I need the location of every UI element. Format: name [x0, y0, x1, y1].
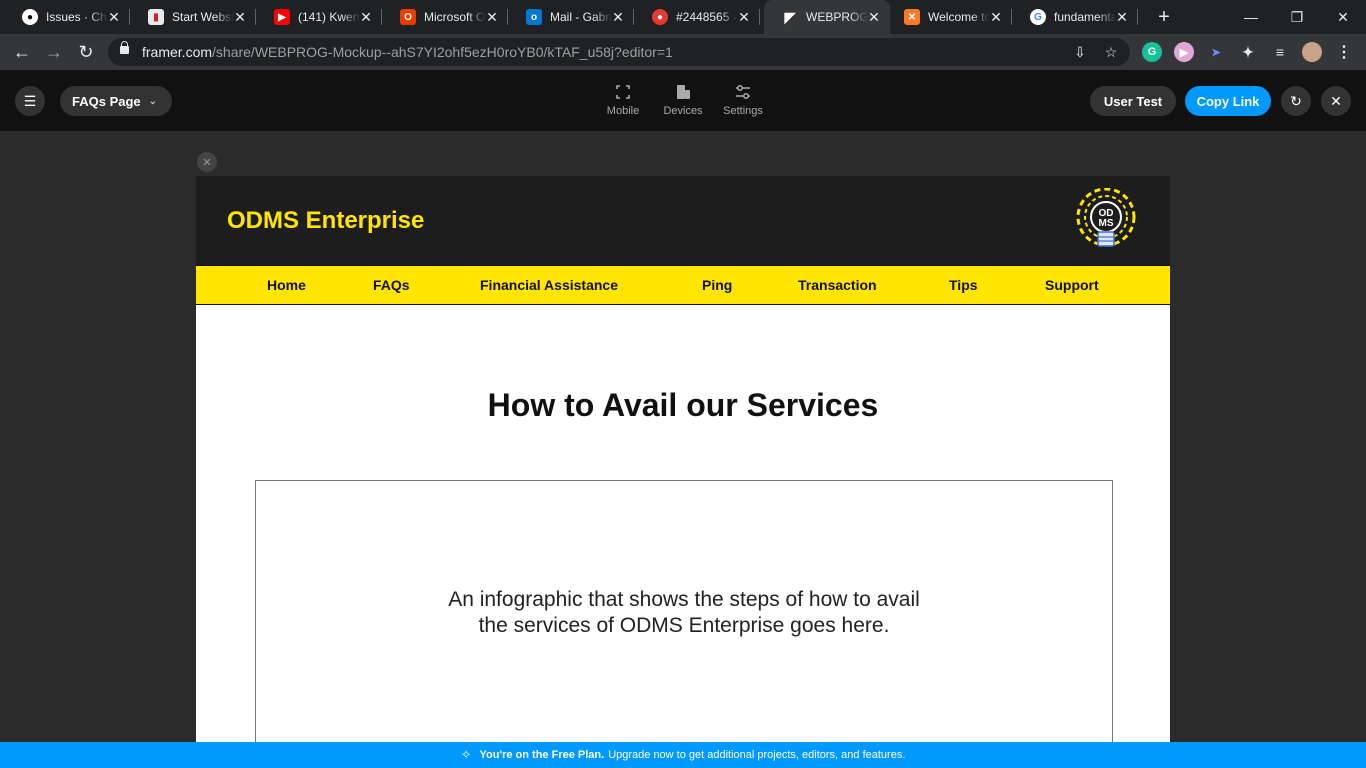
- start-icon: ▮: [148, 9, 164, 25]
- grammarly-icon[interactable]: G: [1142, 42, 1162, 62]
- mobile-frame-icon: [616, 82, 630, 102]
- tab-title: Microsoft Office: [424, 10, 486, 24]
- nav-transaction[interactable]: Transaction: [798, 277, 877, 293]
- new-tab-icon[interactable]: +: [1146, 0, 1182, 34]
- user-test-button[interactable]: User Test: [1090, 86, 1176, 116]
- tab-issues[interactable]: ● Issues · Chromium ✕: [4, 0, 130, 34]
- brand-title[interactable]: ODMS Enterprise: [227, 207, 424, 235]
- tab-mail[interactable]: o Mail - Gabriel ✕: [508, 0, 634, 34]
- cursor-extension-icon[interactable]: ➤: [1206, 42, 1226, 62]
- close-icon[interactable]: ✕: [1114, 9, 1130, 26]
- tab-title: (141) Kwentuhan: [298, 10, 360, 24]
- forward-arrow-icon[interactable]: →: [40, 38, 68, 66]
- framer-icon: ◤: [784, 8, 796, 25]
- close-icon[interactable]: ✕: [866, 9, 882, 26]
- restore-icon[interactable]: ❐: [1274, 0, 1320, 34]
- preview-canvas: ✕ ODMS Enterprise OD MS Home FAQs Financ…: [0, 131, 1366, 742]
- close-icon[interactable]: ✕: [232, 9, 248, 26]
- outlook-icon: o: [526, 9, 542, 25]
- close-icon[interactable]: ✕: [484, 9, 500, 26]
- tab-title: fundamentals: [1054, 10, 1116, 24]
- copy-link-button[interactable]: Copy Link: [1185, 86, 1271, 116]
- frame-close-icon[interactable]: ✕: [197, 152, 217, 172]
- window-close-icon[interactable]: ✕: [1320, 0, 1366, 34]
- tool-devices[interactable]: Devices: [653, 82, 713, 122]
- reload-icon[interactable]: ↻: [72, 38, 100, 66]
- tool-settings[interactable]: Settings: [713, 82, 773, 122]
- profile-avatar[interactable]: [1302, 42, 1322, 62]
- tab-title: Issues · Chromium: [46, 10, 108, 24]
- minimize-icon[interactable]: —: [1228, 0, 1274, 34]
- tab-title: Start Website: [172, 10, 234, 24]
- page-select-dropdown[interactable]: FAQs Page ⌄: [60, 86, 172, 116]
- section-title: How to Avail our Services: [487, 387, 879, 423]
- google-icon: G: [1030, 9, 1046, 25]
- tab-title: Welcome to XAMPP: [928, 10, 990, 24]
- browser-tab-strip: ● Issues · Chromium ✕ ▮ Start Website ✕ …: [0, 0, 1366, 34]
- bookmark-star-icon[interactable]: ☆: [1101, 42, 1121, 62]
- tool-label: Settings: [723, 105, 763, 117]
- svg-text:MS: MS: [1099, 218, 1114, 229]
- framer-preview-toolbar: ☰ FAQs Page ⌄ Mobile Devices Settings Us…: [0, 70, 1366, 131]
- puzzle-extensions-icon[interactable]: ✦: [1238, 42, 1258, 62]
- tab-youtube[interactable]: ▶ (141) Kwentuhan ✕: [256, 0, 382, 34]
- browser-toolbar: ← → ↻ framer.com/share/WEBPROG-Mockup--a…: [0, 34, 1366, 70]
- tab-title: #2448565 - Ticket: [676, 10, 738, 24]
- tool-label: Devices: [663, 105, 703, 117]
- tab-title: Mail - Gabriel: [550, 10, 612, 24]
- nav-faqs[interactable]: FAQs: [373, 277, 410, 293]
- tool-label: Mobile: [606, 105, 640, 117]
- office-icon: O: [400, 9, 416, 25]
- placeholder-line-2: the services of ODMS Enterprise goes her…: [478, 614, 890, 637]
- odms-lightbulb-logo-icon[interactable]: OD MS: [1072, 188, 1140, 254]
- site-frame: ODMS Enterprise OD MS Home FAQs Financia…: [196, 176, 1170, 742]
- record-icon: ●: [652, 9, 668, 25]
- tab-webprog-active[interactable]: ◤ WEBPROG Mockup ✕: [764, 0, 890, 34]
- page-select-label: FAQs Page: [72, 93, 141, 109]
- close-icon[interactable]: ✕: [610, 9, 626, 26]
- banner-upgrade-text: Upgrade now to get additional projects, …: [608, 749, 906, 761]
- nav-tips[interactable]: Tips: [949, 277, 978, 293]
- youtube-icon: ▶: [274, 9, 290, 25]
- free-plan-banner[interactable]: ✧ You're on the Free Plan. Upgrade now t…: [0, 742, 1366, 768]
- tab-ticket[interactable]: ● #2448565 - Ticket ✕: [634, 0, 760, 34]
- nav-financial-assistance[interactable]: Financial Assistance: [480, 277, 618, 293]
- close-icon[interactable]: ✕: [988, 9, 1004, 26]
- devices-icon: [675, 82, 691, 102]
- placeholder-line-1: An infographic that shows the steps of h…: [448, 588, 920, 611]
- tab-start-website[interactable]: ▮ Start Website ✕: [130, 0, 256, 34]
- lock-icon[interactable]: [120, 41, 129, 54]
- media-queue-icon[interactable]: ≡: [1270, 42, 1290, 62]
- install-app-icon[interactable]: ⇩: [1070, 42, 1090, 62]
- refresh-icon[interactable]: ↻: [1281, 86, 1311, 116]
- address-bar[interactable]: framer.com/share/WEBPROG-Mockup--ahS7YI2…: [108, 38, 1130, 66]
- sparkle-icon: ✧: [460, 747, 472, 762]
- banner-strong-text: You're on the Free Plan.: [479, 749, 605, 761]
- settings-sliders-icon: [735, 82, 751, 102]
- back-arrow-icon[interactable]: ←: [8, 38, 36, 66]
- infographic-placeholder: An infographic that shows the steps of h…: [255, 480, 1113, 742]
- close-icon[interactable]: ✕: [358, 9, 374, 26]
- nav-home[interactable]: Home: [267, 277, 306, 293]
- site-nav-bar: Home FAQs Financial Assistance Ping Tran…: [196, 265, 1170, 305]
- tab-google-search[interactable]: G fundamentals ✕: [1012, 0, 1138, 34]
- extension-play-icon[interactable]: ▶: [1174, 42, 1194, 62]
- placeholder-text: An infographic that shows the steps of h…: [256, 587, 1112, 639]
- site-header: ODMS Enterprise OD MS: [196, 176, 1170, 265]
- close-preview-icon[interactable]: ✕: [1321, 86, 1351, 116]
- github-icon: ●: [22, 9, 38, 25]
- close-icon[interactable]: ✕: [736, 9, 752, 26]
- tab-microsoft-office[interactable]: O Microsoft Office ✕: [382, 0, 508, 34]
- tool-mobile[interactable]: Mobile: [593, 82, 653, 122]
- tab-title: WEBPROG Mockup: [806, 10, 868, 24]
- tab-xampp[interactable]: ✕ Welcome to XAMPP ✕: [886, 0, 1012, 34]
- nav-support[interactable]: Support: [1045, 277, 1099, 293]
- hamburger-menu-icon[interactable]: ☰: [15, 86, 45, 116]
- xampp-icon: ✕: [904, 9, 920, 25]
- close-icon[interactable]: ✕: [106, 9, 122, 26]
- nav-ping[interactable]: Ping: [702, 277, 732, 293]
- chrome-menu-icon[interactable]: ⋮: [1334, 42, 1354, 62]
- chevron-down-icon: ⌄: [148, 95, 158, 107]
- url-text[interactable]: framer.com/share/WEBPROG-Mockup--ahS7YI2…: [142, 44, 673, 60]
